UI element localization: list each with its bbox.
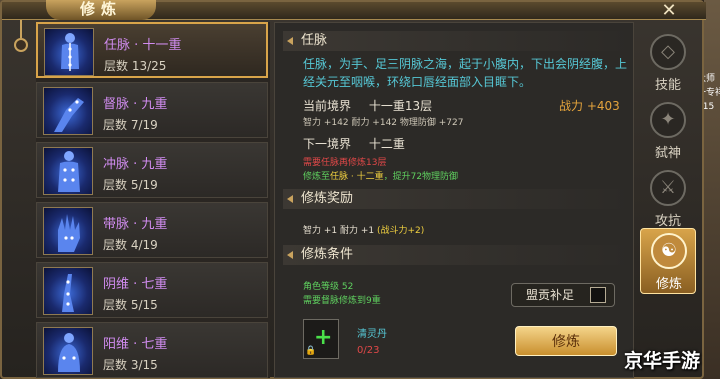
material-count: 0/23 [357,345,380,356]
meridian-item-du[interactable]: 督脉 · 九重 层数 7/19 [36,82,268,138]
conditions-header: 修炼条件 [283,245,633,265]
next-requirement: 需要任脉再修炼13层 [303,158,387,168]
condition-meridian: 需要督脉修炼到9重 [303,296,381,306]
meridian-figure-icon [44,28,94,76]
next-preview-prefix: 修炼至 [303,172,331,182]
tab-skill[interactable]: ◇ 技能 [640,30,696,96]
meridian-item-chong[interactable]: 冲脉 · 九重 层数 5/19 [36,142,268,198]
next-preview: 修炼至任脉 · 十二重，提升72物理防御 [303,169,458,182]
tab-label: 修炼 [655,277,682,292]
reward-text: 智力 +1 耐力 +1 (战斗力+2) [303,223,424,236]
tab-label: 弑神 [654,146,681,161]
meridian-name: 督脉 · 九重 [103,97,168,112]
material-name: 清灵丹 [357,329,387,340]
meridian-name: 带脉 · 九重 [103,217,168,232]
meridian-name: 阳维 · 七重 [103,337,168,352]
meridian-layers: 层数 5/15 [103,298,158,312]
pendant-cord [20,20,22,38]
power-value: 战力 +403 [559,99,620,113]
title-bar: 修炼 ✕ [2,0,706,20]
next-preview-realm: 任脉 · 十二重 [330,172,384,182]
condition-level: 角色等级 52 [303,282,354,292]
game-scene-edge [704,0,720,379]
reward-stats: 智力 +1 耐力 +1 [303,226,377,236]
tab-cultivate[interactable]: ☯ 修炼 [640,228,696,294]
close-icon: ✕ [661,0,677,21]
tribute-label: 盟贡补足 [526,288,575,302]
meridian-layers: 层数 7/19 [103,118,158,132]
material-slot[interactable]: + 🔒 [303,319,339,359]
next-realm: 下一境界 十二重 [303,135,405,152]
current-stats: 智力 +142 耐力 +142 物理防御 +727 [303,118,464,128]
meridian-item-yinwei[interactable]: 阴维 · 七重 层数 5/15 [36,262,268,318]
close-button[interactable]: ✕ [652,2,686,20]
meridian-list: 任脉 · 十一重 层数 13/25 督脉 · 九重 层数 7/19 冲脉 · 九… [36,22,270,378]
tab-label: 技能 [654,78,681,93]
next-realm-label: 下一境界 [303,137,352,151]
current-realm-value: 十一重13层 [368,99,433,113]
meridian-layers: 层数 4/19 [103,238,158,252]
side-tabs: ◇ 技能 ✦ 弑神 ⚔ 攻抗 ☯ 修炼 [638,26,700,374]
meridian-layers: 层数 3/15 [103,358,158,372]
meridian-name: 冲脉 · 九重 [103,157,168,172]
meridian-description: 任脉，为手、足三阴脉之海，起于小腹内，下出会阴经腹，上经关元至咽喉，环绕口唇经面… [303,57,628,89]
godslayer-icon: ✦ [650,102,686,138]
current-realm: 当前境界 十一重13层 [303,97,432,114]
detail-header: 任脉 [283,31,633,51]
meridian-name: 阴维 · 七重 [103,277,168,292]
reward-power: (战斗力+2) [376,226,425,236]
skill-icon: ◇ [650,34,686,70]
meridian-name: 任脉 · 十一重 [104,38,182,53]
meridian-layers: 层数 13/25 [104,59,167,73]
window-title: 修炼 [46,0,156,20]
next-preview-suffix: ，提升72物理防御 [383,172,459,182]
tab-label: 攻抗 [654,214,681,229]
detail-panel: 任脉 任脉，为手、足三阴脉之海，起于小腹内，下出会阴经腹，上经关元至咽喉，环绕口… [274,22,634,378]
cultivate-button[interactable]: 修炼 [515,326,617,356]
pendant-ornament-icon [14,38,28,52]
next-realm-value: 十二重 [368,137,405,151]
cultivate-icon: ☯ [651,233,687,269]
tribute-toggle[interactable]: 盟贡补足 [511,283,615,307]
add-icon: + [314,325,333,350]
meridian-figure-icon [43,207,93,255]
cultivation-window: 修炼 ✕ 任脉 · 十一重 层数 13/25 督脉 · 九重 层数 7/19 冲… [0,0,706,379]
resist-icon: ⚔ [650,170,686,206]
meridian-item-yangwei[interactable]: 阳维 · 七重 层数 3/15 [36,322,268,378]
meridian-figure-icon [43,327,93,375]
tab-godslayer[interactable]: ✦ 弑神 [640,98,696,164]
current-realm-label: 当前境界 [303,99,352,113]
tab-resist[interactable]: ⚔ 攻抗 [640,166,696,232]
meridian-figure-icon [43,267,93,315]
meridian-figure-icon [43,147,93,195]
meridian-item-ren[interactable]: 任脉 · 十一重 层数 13/25 [36,22,268,78]
watermark: 京华手游 [624,350,701,372]
lock-icon: 🔒 [305,346,317,356]
meridian-item-dai[interactable]: 带脉 · 九重 层数 4/19 [36,202,268,258]
meridian-layers: 层数 5/19 [103,178,158,192]
reward-header: 修炼奖励 [283,189,633,209]
tribute-checkbox[interactable] [590,287,606,303]
meridian-figure-icon [43,87,93,135]
